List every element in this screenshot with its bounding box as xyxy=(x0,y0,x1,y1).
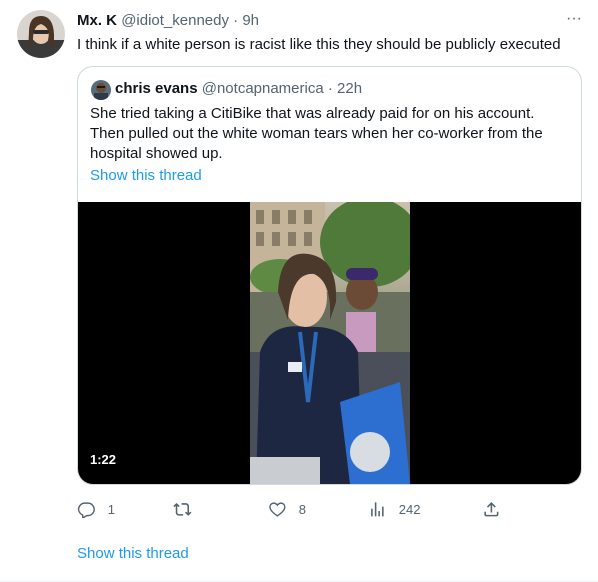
views-count: 242 xyxy=(398,501,421,517)
views-button[interactable]: 242 xyxy=(368,497,420,521)
reply-button[interactable]: 1 xyxy=(77,497,115,521)
quoted-text-line: hospital showed up. xyxy=(90,145,223,162)
video-duration: 1:22 xyxy=(90,452,117,467)
share-button[interactable] xyxy=(482,497,501,521)
quoted-author-handle: @notcapnamerica xyxy=(201,80,324,97)
quoted-header-separator: · xyxy=(327,80,333,97)
quoted-header: chris evans @notcapnamerica · 22h xyxy=(115,80,362,97)
quoted-show-thread-link[interactable]: Show this thread xyxy=(90,167,202,184)
tweet-header: Mx. K @idiot_kennedy · 9h xyxy=(77,12,577,32)
video-still-image xyxy=(250,202,410,484)
quoted-tweet[interactable]: chris evans @notcapnamerica · 22h She tr… xyxy=(77,66,582,485)
quoted-author-avatar[interactable] xyxy=(91,80,111,100)
quoted-tweet-text: She tried taking a CitiBike that was alr… xyxy=(90,104,570,164)
tweet-text: I think if a white person is racist like… xyxy=(77,36,561,53)
quoted-text-line: She tried taking a CitiBike that was alr… xyxy=(90,105,535,122)
quoted-text-line: Then pulled out the white woman tears wh… xyxy=(90,125,543,142)
like-button[interactable]: 8 xyxy=(268,497,306,521)
reply-icon xyxy=(77,502,95,519)
retweet-button[interactable] xyxy=(173,497,204,521)
reply-count: 1 xyxy=(107,501,115,517)
like-count: 8 xyxy=(298,501,306,517)
show-thread-link[interactable]: Show this thread xyxy=(77,545,189,562)
author-handle[interactable]: @idiot_kennedy xyxy=(121,12,229,29)
analytics-icon xyxy=(371,501,384,517)
author-name[interactable]: Mx. K xyxy=(77,12,117,29)
tweet-time[interactable]: 9h xyxy=(242,12,259,29)
retweet-icon xyxy=(173,502,192,516)
share-icon xyxy=(484,501,499,517)
quoted-avatar-photo xyxy=(91,80,111,100)
video-frame xyxy=(250,202,410,484)
tweet-actions: 1 8 242 xyxy=(77,497,517,521)
tweet-card[interactable]: Mx. K @idiot_kennedy · 9h ··· I think if… xyxy=(0,0,598,582)
more-options-icon[interactable]: ··· xyxy=(564,10,584,30)
video-player[interactable]: 1:22 xyxy=(78,202,581,484)
author-avatar[interactable] xyxy=(17,10,65,58)
header-separator: · xyxy=(233,12,239,29)
person-avatar-photo xyxy=(17,10,65,58)
quoted-author-name: chris evans xyxy=(115,80,198,97)
quoted-tweet-time: 22h xyxy=(337,80,363,97)
heart-icon xyxy=(269,502,286,517)
